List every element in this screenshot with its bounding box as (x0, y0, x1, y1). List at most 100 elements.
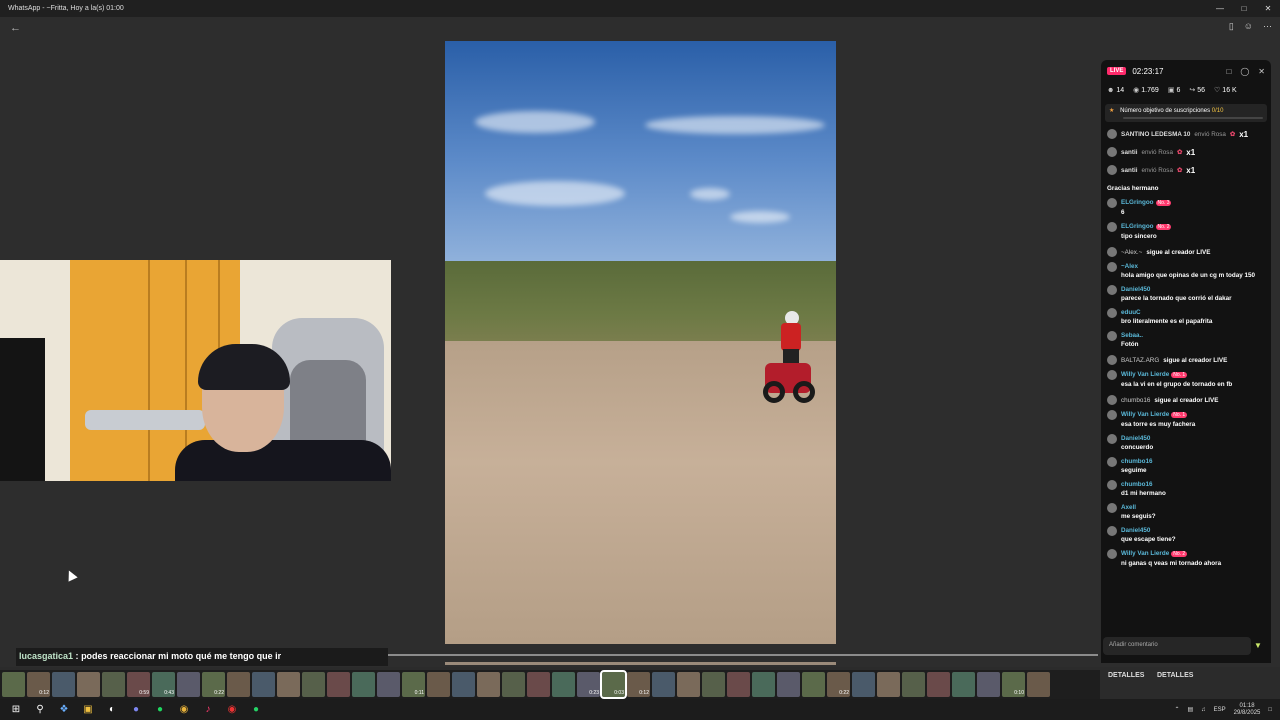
notification-icon[interactable]: □ (1268, 707, 1272, 713)
video-thumbnail[interactable] (727, 672, 750, 697)
language-indicator[interactable]: ESP (1214, 707, 1226, 713)
video-thumbnail[interactable] (227, 672, 250, 697)
video-thumbnail[interactable] (677, 672, 700, 697)
video-thumbnail[interactable]: 0:03 (600, 670, 627, 699)
follower-name[interactable]: chumbo16 (1121, 397, 1150, 404)
video-thumbnail[interactable]: 0:22 (202, 672, 225, 697)
avatar[interactable] (1107, 262, 1117, 272)
chat-username[interactable]: Axell (1121, 504, 1136, 511)
video-thumbnail[interactable] (102, 672, 125, 697)
video-thumbnail[interactable] (952, 672, 975, 697)
video-thumbnail[interactable] (477, 672, 500, 697)
video-thumbnail[interactable] (252, 672, 275, 697)
video-thumbnail[interactable] (302, 672, 325, 697)
chat-username[interactable]: ELGringoo (1121, 223, 1154, 230)
video-thumbnail[interactable] (352, 672, 375, 697)
video-player[interactable] (445, 41, 836, 644)
avatar[interactable] (1107, 285, 1117, 295)
network-icon[interactable]: ▤ (1187, 706, 1193, 713)
avatar[interactable] (1107, 308, 1117, 318)
spotify-icon[interactable]: ● (148, 699, 172, 720)
avatar[interactable] (1107, 147, 1117, 157)
close-panel-icon[interactable]: ✕ (1258, 67, 1265, 76)
avatar[interactable] (1107, 503, 1117, 513)
video-thumbnail[interactable] (377, 672, 400, 697)
video-thumbnail[interactable] (652, 672, 675, 697)
bookmark-icon[interactable]: ▯ (1229, 21, 1234, 32)
chat-username[interactable]: Willy Van Lierde (1121, 371, 1169, 378)
avatar[interactable] (1107, 549, 1117, 559)
video-thumbnail[interactable] (977, 672, 1000, 697)
video-thumbnail[interactable] (52, 672, 75, 697)
avatar[interactable] (1107, 410, 1117, 420)
video-thumbnail[interactable] (77, 672, 100, 697)
chat-username[interactable]: ~Alex (1121, 263, 1138, 270)
comment-input[interactable]: Añadir comentario (1103, 637, 1251, 655)
file-explorer-icon[interactable]: ▣ (76, 699, 100, 720)
video-thumbnail[interactable]: 0:43 (152, 672, 175, 697)
avatar[interactable] (1107, 457, 1117, 467)
video-thumbnail[interactable] (552, 672, 575, 697)
chat-username[interactable]: Daniel450 (1121, 527, 1150, 534)
video-thumbnail[interactable]: 0:59 (127, 672, 150, 697)
chat-username[interactable]: Willy Van Lierde (1121, 411, 1169, 418)
video-thumbnail[interactable] (877, 672, 900, 697)
chat-username[interactable]: chumbo16 (1121, 458, 1153, 465)
video-thumbnail[interactable]: 0:11 (402, 672, 425, 697)
chat-username[interactable]: ELGringoo (1121, 199, 1154, 206)
chat-username[interactable]: Willy Van Lierde (1121, 550, 1169, 557)
video-thumbnail[interactable] (327, 672, 350, 697)
video-thumbnail[interactable] (752, 672, 775, 697)
video-thumbnail[interactable]: 0:23 (577, 672, 600, 697)
video-thumbnail[interactable] (2, 672, 25, 697)
video-thumbnail[interactable] (777, 672, 800, 697)
video-thumbnail[interactable] (502, 672, 525, 697)
video-thumbnail[interactable] (902, 672, 925, 697)
discord-icon[interactable]: ● (124, 699, 148, 720)
video-thumbnail[interactable]: 0:12 (27, 672, 50, 697)
avatar[interactable] (1107, 526, 1117, 536)
video-thumbnail[interactable]: 0:10 (1002, 672, 1025, 697)
chat-username[interactable]: Sebaa.. (1121, 332, 1143, 339)
chat-username[interactable]: Daniel450 (1121, 435, 1150, 442)
video-thumbnail[interactable] (802, 672, 825, 697)
chat-username[interactable]: chumbo16 (1121, 481, 1153, 488)
video-progress[interactable] (445, 662, 836, 665)
avatar[interactable] (1107, 247, 1117, 257)
whatsapp-icon[interactable]: ● (244, 699, 268, 720)
details-button[interactable]: DETALLES (1108, 672, 1144, 679)
chrome-icon[interactable]: ◉ (172, 699, 196, 720)
send-icon[interactable]: ▼ (1254, 641, 1262, 650)
follower-name[interactable]: BALTAZ.ARG (1121, 357, 1159, 364)
video-thumbnail[interactable] (527, 672, 550, 697)
video-thumbnail[interactable] (702, 672, 725, 697)
settings-icon[interactable]: ◯ (1240, 67, 1249, 76)
more-options-icon[interactable]: ⋯ (1263, 21, 1272, 32)
close-icon[interactable]: ✕ (1256, 4, 1280, 13)
volume-icon[interactable]: ♫ (1201, 707, 1206, 713)
app-icon[interactable]: ◉ (220, 699, 244, 720)
details-button-2[interactable]: DETALLES (1157, 672, 1193, 679)
lock-icon[interactable]: □ (1227, 67, 1232, 76)
tiktok-icon[interactable]: ♪ (196, 699, 220, 720)
video-thumbnail[interactable] (852, 672, 875, 697)
chat-username[interactable]: Daniel450 (1121, 286, 1150, 293)
avatar[interactable] (1107, 331, 1117, 341)
avatar[interactable] (1107, 198, 1117, 208)
video-thumbnail[interactable] (1027, 672, 1050, 697)
clock[interactable]: 01:18 29/8/2025 (1234, 703, 1261, 717)
emoji-icon[interactable]: ☺ (1244, 21, 1253, 32)
chat-username[interactable]: eduuC (1121, 309, 1141, 316)
minimize-icon[interactable]: — (1208, 4, 1232, 13)
avatar[interactable] (1107, 129, 1117, 139)
avatar[interactable] (1107, 395, 1117, 405)
avatar[interactable] (1107, 222, 1117, 232)
back-arrow-icon[interactable]: ← (10, 22, 21, 34)
video-thumbnail[interactable] (427, 672, 450, 697)
video-thumbnail[interactable] (277, 672, 300, 697)
video-thumbnail[interactable]: 0:12 (627, 672, 650, 697)
subscription-goal[interactable]: ★ Número objetivo de suscripciones 0/10 (1105, 104, 1267, 122)
avatar[interactable] (1107, 370, 1117, 380)
chevron-up-icon[interactable]: ⌃ (1174, 706, 1179, 713)
windows-start-icon[interactable]: ⊞ (4, 699, 28, 720)
